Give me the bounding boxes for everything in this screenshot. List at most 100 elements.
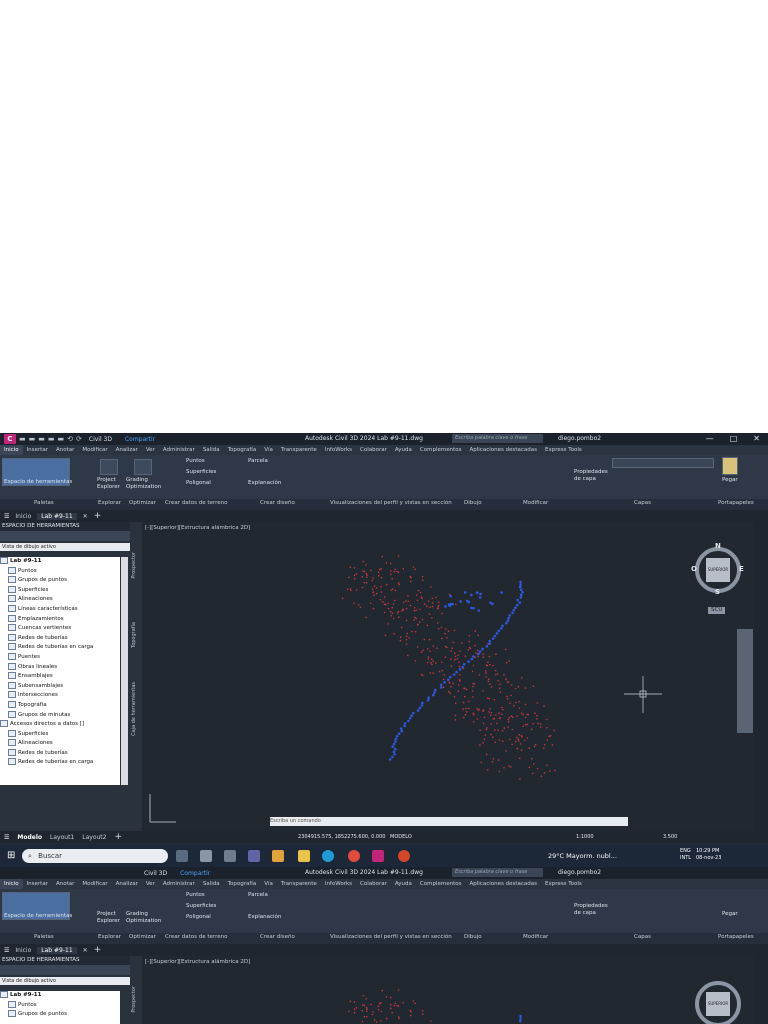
tab-via[interactable]: Vía [260,879,277,889]
tab-analizar[interactable]: Analizar [112,445,142,455]
maximize-button[interactable]: □ [730,433,738,445]
status-value[interactable]: 3.500 [663,834,677,840]
tab-transparente[interactable]: Transparente [277,879,321,889]
panel-crear-datos-terreno[interactable]: Crear datos de terreno [165,500,227,506]
tree-item[interactable]: Puentes [0,652,120,663]
user-account[interactable]: diego.pombo2 [558,435,601,442]
compass-south[interactable]: S [715,588,720,596]
menu-icon[interactable]: ☰ [4,513,9,520]
workspace-selector[interactable]: Civil 3D [89,436,112,443]
panel-crear-datos-terreno[interactable]: Crear datos de terreno [165,934,227,940]
propiedades-capa-button[interactable]: Propiedades de capa [574,903,610,917]
workspace-selector[interactable]: Civil 3D [144,870,167,877]
project-explorer-button[interactable]: Project Explorer [97,477,123,491]
panel-dibujo[interactable]: Dibujo [464,500,482,506]
tab-insertar[interactable]: Insertar [23,445,52,455]
viewcube[interactable]: SUPERIOR [706,558,730,582]
tree-item[interactable]: Redes de tuberías [0,633,120,644]
tree-item[interactable]: Grupos de puntos [0,1010,120,1020]
menu-icon[interactable]: ☰ [4,834,9,841]
windows-start-icon[interactable]: ⊞ [7,850,15,861]
tab-ayuda[interactable]: Ayuda [391,445,416,455]
panel-paletas[interactable]: Paletas [34,500,54,506]
panel-capas[interactable]: Capas [634,500,651,506]
tab-inicio[interactable]: Inicio [0,445,23,455]
tab-express-tools[interactable]: Express Tools [541,879,586,889]
tree-item[interactable]: Puntos [0,566,120,577]
compass-north[interactable]: N [715,542,721,550]
panel-crear-diseno[interactable]: Crear diseño [260,500,295,506]
menu-icon[interactable]: ☰ [4,947,9,954]
panel-visualizaciones[interactable]: Visualizaciones del perfil y vistas en s… [330,500,452,506]
panel-modificar[interactable]: Modificar [523,934,548,940]
pegar-icon[interactable] [722,457,738,475]
share-button[interactable]: Compartir [125,436,155,443]
project-explorer-icon[interactable] [100,459,118,475]
project-explorer-button[interactable]: Project Explorer [97,911,123,925]
superficies-button[interactable]: Superficies [186,903,216,910]
close-tab-icon[interactable]: ✕ [83,947,88,954]
clock[interactable]: 10:29 PM 08-nov-23 [696,848,721,862]
tree-item[interactable]: Redes de tuberías en carga [0,643,120,653]
tree-item[interactable]: Superficies [0,585,120,596]
view-combo[interactable]: Vista de dibujo activo [0,977,130,985]
panel-explorar[interactable]: Explorar [98,934,121,940]
tab-prospector[interactable]: Prospector [131,552,137,579]
superficies-button[interactable]: Superficies [186,469,216,476]
tab-modificar[interactable]: Modificar [78,879,111,889]
panel-explorar[interactable]: Explorar [98,500,121,506]
viewcube[interactable]: SUPERIOR [706,992,730,1016]
tree-item[interactable]: Superficies [0,729,120,740]
tab-aplicaciones[interactable]: Aplicaciones destacadas [465,879,541,889]
tree-item[interactable]: Alineaciones [0,595,120,605]
tree-item[interactable]: Accesos directos a datos [] [0,720,120,730]
tab-ver[interactable]: Ver [142,445,159,455]
pegar-button[interactable]: Pegar [722,477,738,484]
undo-icon[interactable]: ⟲ [67,435,73,443]
toolspace-button[interactable]: Espacio de herramientas [4,479,72,486]
navigation-bar[interactable] [737,629,753,733]
tab-caja-herramientas[interactable]: Caja de herramientas [131,682,137,736]
layer-combo[interactable] [612,458,714,468]
poligonal-button[interactable]: Poligonal [186,480,211,487]
tab-infoworks[interactable]: InfoWorks [321,879,356,889]
status-model-mode[interactable]: MODELO [390,834,412,840]
tree-scrollbar[interactable] [121,557,128,785]
layout-tab-modelo[interactable]: Modelo [17,834,42,841]
edge-icon[interactable] [322,850,334,862]
panel-portapapeles[interactable]: Portapapeles [718,500,754,506]
compass-west[interactable]: O [691,565,697,573]
panel-crear-diseno[interactable]: Crear diseño [260,934,295,940]
tab-topografia-panel[interactable]: Topografía [131,622,137,648]
tab-via[interactable]: Vía [260,445,277,455]
panel-optimizar[interactable]: Optimizar [129,500,156,506]
panel-paletas[interactable]: Paletas [34,934,54,940]
tree-item[interactable]: Ensamblajes [0,672,120,682]
weather-widget[interactable]: 29°C Mayorm. nubl... [548,852,617,860]
save-icon[interactable]: ▬ [38,435,45,443]
tab-analizar[interactable]: Analizar [112,879,142,889]
user-account[interactable]: diego.pombo2 [558,869,601,876]
tree-item[interactable]: Obras lineales [0,662,120,673]
tree-item[interactable]: Cuencas vertientes [0,624,120,634]
tab-complementos[interactable]: Complementos [416,445,466,455]
tab-administrar[interactable]: Administrar [159,879,199,889]
taskbar-search[interactable]: ⌕ Buscar [22,849,168,863]
new-tab-icon[interactable]: + [94,511,102,521]
panel-portapapeles[interactable]: Portapapeles [718,934,754,940]
parcela-button[interactable]: Parcela [248,458,268,465]
pegar-button[interactable]: Pegar [722,911,738,918]
print-icon[interactable]: ▬ [58,435,65,443]
tab-complementos[interactable]: Complementos [416,879,466,889]
tab-anotar[interactable]: Anotar [52,445,78,455]
tab-prospector[interactable]: Prospector [131,986,137,1013]
tab-administrar[interactable]: Administrar [159,445,199,455]
app-icon[interactable] [224,850,236,862]
view-combo[interactable]: Vista de dibujo activo [0,543,130,551]
panel-capas[interactable]: Capas [634,934,651,940]
teams-icon[interactable] [248,850,260,862]
layout-tab-layout1[interactable]: Layout1 [50,834,74,841]
grading-optimization-icon[interactable] [134,459,152,475]
tab-topografia[interactable]: Topografía [224,879,261,889]
tree-item[interactable]: Redes de tuberías [0,748,120,759]
